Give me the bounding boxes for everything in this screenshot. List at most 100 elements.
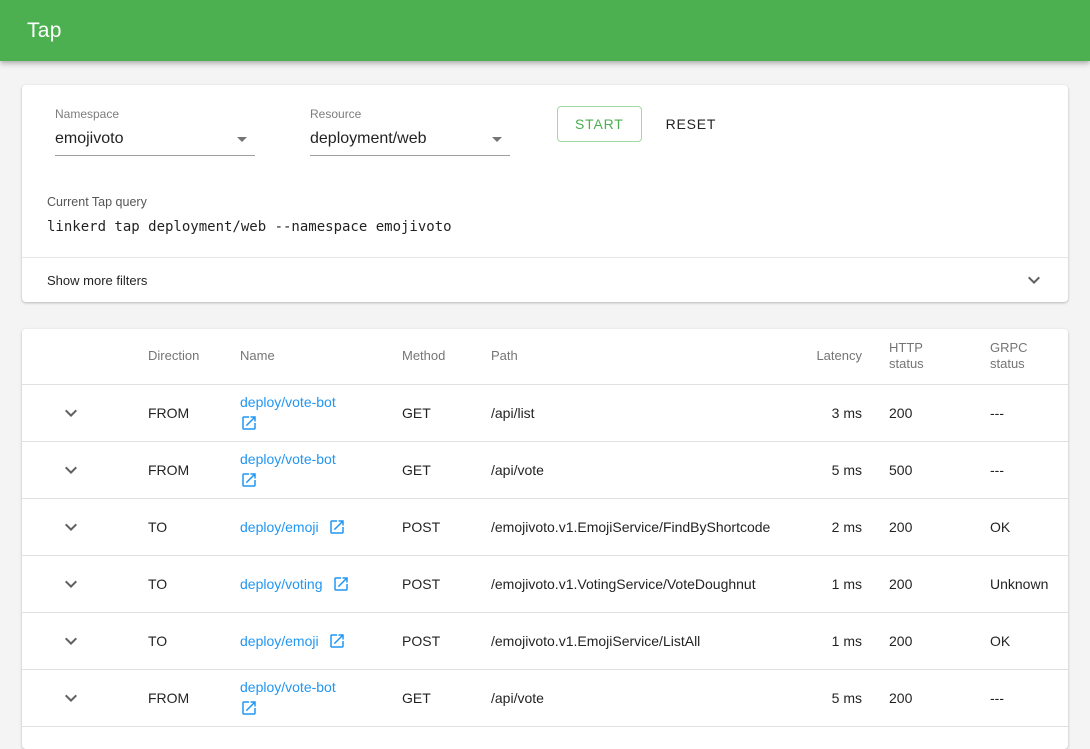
direction-column-header: Direction (148, 329, 240, 384)
path-column-header: Path (491, 329, 812, 384)
grpc-status-cell: Unknown (968, 555, 1068, 612)
latency-cell: 5 ms (812, 441, 862, 498)
method-column-header: Method (402, 329, 491, 384)
path-cell: /api/list (491, 384, 812, 441)
path-cell: /emojivoto.v1.EmojiService/ListAll (491, 612, 812, 669)
current-query-block: Current Tap query linkerd tap deployment… (22, 195, 1068, 236)
show-more-filters-toggle[interactable]: Show more filters (22, 258, 1068, 302)
open-in-new-icon[interactable] (328, 632, 346, 650)
resource-link[interactable]: deploy/vote-bot (240, 451, 336, 467)
expand-column-header (22, 329, 148, 384)
resource-link[interactable]: deploy/emoji (240, 633, 319, 649)
dropdown-caret-icon (237, 137, 247, 142)
tap-results-card: Direction Name Method Path Latency HTTP … (22, 329, 1068, 749)
http-status-cell: 200 (862, 384, 968, 441)
reset-button[interactable]: RESET (658, 106, 725, 142)
resource-select-value: deployment/web (310, 130, 427, 148)
resource-field: Resource deployment/web (310, 107, 510, 156)
namespace-select-value: emojivoto (55, 130, 123, 148)
name-cell: deploy/vote-bot (240, 441, 402, 498)
direction-cell: TO (148, 498, 240, 555)
name-cell: deploy/voting (240, 555, 402, 612)
resource-link[interactable]: deploy/voting (240, 576, 323, 592)
direction-cell: FROM (148, 384, 240, 441)
open-in-new-icon[interactable] (328, 518, 346, 536)
latency-cell: 3 ms (812, 384, 862, 441)
name-column-header: Name (240, 329, 402, 384)
resource-link[interactable]: deploy/vote-bot (240, 394, 336, 410)
resource-link[interactable]: deploy/emoji (240, 519, 319, 535)
path-cell: /api/vote (491, 669, 812, 726)
namespace-label: Namespace (55, 107, 255, 121)
name-cell: deploy/emoji (240, 498, 402, 555)
open-in-new-icon[interactable] (240, 471, 258, 489)
expand-row-button[interactable] (59, 686, 83, 710)
latency-cell: 1 ms (812, 612, 862, 669)
namespace-select[interactable]: emojivoto (55, 127, 255, 156)
namespace-field: Namespace emojivoto (55, 107, 255, 156)
direction-cell: TO (148, 555, 240, 612)
dropdown-caret-icon (492, 137, 502, 142)
chevron-down-icon (59, 572, 83, 596)
direction-cell: FROM (148, 441, 240, 498)
expand-row-button[interactable] (59, 515, 83, 539)
show-more-filters-label: Show more filters (47, 273, 147, 288)
page-title: Tap (27, 19, 62, 43)
name-cell: deploy/vote-bot (240, 669, 402, 726)
open-in-new-icon[interactable] (240, 414, 258, 432)
start-button[interactable]: START (557, 106, 642, 142)
latency-cell: 1 ms (812, 555, 862, 612)
tap-form-row: Namespace emojivoto Resource deployment/… (22, 85, 1068, 156)
table-row: FROM deploy/vote-bot GET /api/vote 5 ms … (22, 441, 1068, 498)
grpc-status-cell: --- (968, 669, 1068, 726)
open-in-new-icon[interactable] (332, 575, 350, 593)
form-buttons: START RESET (557, 106, 724, 142)
table-row: TO deploy/emoji POST /emojivoto.v1.Emoji… (22, 498, 1068, 555)
current-query-label: Current Tap query (47, 195, 1043, 210)
chevron-down-icon (59, 401, 83, 425)
name-cell: deploy/emoji (240, 612, 402, 669)
expand-row-button[interactable] (59, 629, 83, 653)
method-cell: GET (402, 669, 491, 726)
chevron-down-icon (59, 458, 83, 482)
method-cell: POST (402, 612, 491, 669)
resource-select[interactable]: deployment/web (310, 127, 510, 156)
name-cell: deploy/vote-bot (240, 384, 402, 441)
current-query-value: linkerd tap deployment/web --namespace e… (47, 219, 1043, 236)
http-status-cell: 500 (862, 441, 968, 498)
direction-cell: TO (148, 612, 240, 669)
http-status-cell: 200 (862, 555, 968, 612)
tap-query-card: Namespace emojivoto Resource deployment/… (22, 85, 1068, 302)
resource-link[interactable]: deploy/vote-bot (240, 679, 336, 695)
http-status-cell: 200 (862, 669, 968, 726)
table-row: TO deploy/voting POST /emojivoto.v1.Voti… (22, 555, 1068, 612)
grpc-status-cell: OK (968, 612, 1068, 669)
app-bar: Tap (0, 0, 1090, 61)
path-cell: /emojivoto.v1.EmojiService/FindByShortco… (491, 498, 812, 555)
table-row: FROM deploy/vote-bot GET /api/list 3 ms … (22, 384, 1068, 441)
grpc-status-cell: --- (968, 441, 1068, 498)
table-row: FROM deploy/vote-bot GET /api/vote 5 ms … (22, 669, 1068, 726)
method-cell: GET (402, 441, 491, 498)
http-status-cell: 200 (862, 612, 968, 669)
chevron-down-icon (59, 686, 83, 710)
table-row: TO deploy/emoji POST /emojivoto.v1.Emoji… (22, 612, 1068, 669)
http-status-column-header: HTTP status (862, 329, 968, 384)
grpc-status-column-header: GRPC status (968, 329, 1068, 384)
resource-label: Resource (310, 107, 510, 121)
expand-row-button[interactable] (59, 401, 83, 425)
open-in-new-icon[interactable] (240, 699, 258, 717)
latency-cell: 2 ms (812, 498, 862, 555)
latency-cell: 5 ms (812, 669, 862, 726)
path-cell: /api/vote (491, 441, 812, 498)
path-cell: /emojivoto.v1.VotingService/VoteDoughnut (491, 555, 812, 612)
method-cell: GET (402, 384, 491, 441)
http-status-cell: 200 (862, 498, 968, 555)
expand-row-button[interactable] (59, 572, 83, 596)
tap-results-table: Direction Name Method Path Latency HTTP … (22, 329, 1068, 727)
chevron-down-icon (59, 629, 83, 653)
chevron-down-icon (59, 515, 83, 539)
expand-row-button[interactable] (59, 458, 83, 482)
grpc-status-cell: --- (968, 384, 1068, 441)
method-cell: POST (402, 555, 491, 612)
